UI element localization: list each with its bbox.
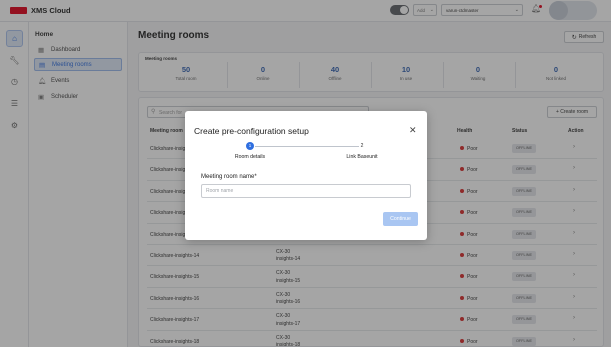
step-2-indicator: 2 bbox=[360, 143, 364, 149]
modal-title: Create pre-configuration setup bbox=[194, 126, 309, 136]
stepper-line bbox=[255, 146, 307, 147]
step-2-label: Link Baseunit bbox=[346, 154, 378, 160]
close-icon[interactable]: ✕ bbox=[409, 125, 417, 136]
continue-button[interactable]: Continue bbox=[383, 212, 418, 226]
stepper-line bbox=[307, 146, 359, 147]
step-1-indicator: 1 bbox=[246, 142, 254, 150]
room-name-label: Meeting room name* bbox=[201, 174, 257, 180]
pre-configuration-modal: Create pre-configuration setup ✕ 1 2 Roo… bbox=[185, 111, 427, 240]
step-1-label: Room details bbox=[234, 154, 266, 160]
room-name-input[interactable] bbox=[201, 184, 411, 198]
